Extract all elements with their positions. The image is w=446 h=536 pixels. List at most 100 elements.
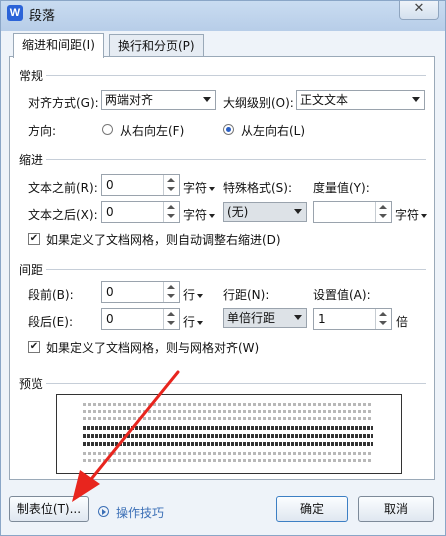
preview-line: [83, 452, 373, 455]
measure-input[interactable]: [313, 201, 392, 223]
spin-up-icon[interactable]: [167, 178, 175, 182]
spacing-before-label: 段前(B):: [28, 288, 74, 302]
indent-before-input[interactable]: 0: [101, 174, 180, 196]
special-format-value: (无): [227, 205, 249, 219]
spacing-before-input[interactable]: 0: [101, 281, 180, 303]
spin-down-icon[interactable]: [379, 321, 387, 325]
title-bar: W 段落 ✕: [1, 1, 445, 29]
measure-unit: 字符: [395, 208, 420, 222]
tab-panel: 常规 对齐方式(G): 两端对齐 大纲级别(O): 正文文本 方向: 从右向左(…: [9, 56, 435, 480]
special-format-label: 特殊格式(S):: [223, 181, 293, 195]
indent-after-input[interactable]: 0: [101, 201, 180, 223]
play-circle-icon[interactable]: [98, 506, 109, 517]
paragraph-preview: [56, 394, 402, 474]
spacing-before-unit-dropdown[interactable]: 行: [183, 286, 204, 303]
alignment-label: 对齐方式(G):: [28, 96, 99, 110]
ltr-label[interactable]: 从左向右(L): [241, 122, 305, 139]
spin-buttons[interactable]: [163, 282, 179, 302]
direction-label: 方向:: [28, 124, 57, 138]
spin-up-icon[interactable]: [167, 205, 175, 209]
spin-up-icon[interactable]: [167, 285, 175, 289]
rtl-radio[interactable]: [102, 124, 113, 135]
spin-down-icon[interactable]: [167, 321, 175, 325]
indent-before-label: 文本之前(R):: [28, 181, 98, 195]
section-general-title: 常规: [19, 69, 44, 83]
chevron-down-icon: [421, 213, 428, 218]
outline-level-value: 正文文本: [300, 93, 349, 107]
chevron-down-icon: [294, 315, 302, 320]
preview-line: [83, 434, 373, 438]
spin-buttons[interactable]: [163, 309, 179, 329]
line-spacing-select[interactable]: 单倍行距: [223, 308, 307, 328]
spin-up-icon[interactable]: [379, 205, 387, 209]
special-format-select[interactable]: (无): [223, 202, 307, 222]
spin-down-icon[interactable]: [167, 214, 175, 218]
rtl-label[interactable]: 从右向左(F): [120, 122, 184, 139]
line-spacing-label: 行距(N):: [223, 288, 270, 302]
close-button[interactable]: ✕: [399, 1, 439, 20]
outline-level-select[interactable]: 正文文本: [296, 90, 425, 110]
chevron-down-icon: [294, 209, 302, 214]
section-preview-title: 预览: [19, 377, 44, 391]
dialog-title: 段落: [29, 9, 56, 24]
chevron-down-icon: [209, 186, 216, 191]
preview-line: [83, 403, 373, 406]
spin-buttons[interactable]: [163, 202, 179, 222]
divider: [46, 269, 426, 270]
section-indent-title: 缩进: [19, 153, 44, 167]
chevron-down-icon: [209, 213, 216, 218]
spin-up-icon[interactable]: [379, 312, 387, 316]
indent-after-unit-dropdown[interactable]: 字符: [183, 206, 216, 223]
spin-down-icon[interactable]: [167, 187, 175, 191]
preview-line: [83, 442, 373, 446]
measure-unit-dropdown[interactable]: 字符: [395, 206, 428, 223]
chevron-down-icon: [203, 97, 211, 102]
spacing-after-input[interactable]: 0: [101, 308, 180, 330]
spin-buttons[interactable]: [375, 309, 391, 329]
tab-indent-spacing[interactable]: 缩进和间距(I): [13, 33, 104, 58]
setting-value: 1: [318, 312, 326, 326]
spin-buttons[interactable]: [163, 175, 179, 195]
outline-level-label: 大纲级别(O):: [223, 96, 294, 110]
indent-after-label: 文本之后(X):: [28, 208, 98, 222]
tab-line-page-breaks[interactable]: 换行和分页(P): [109, 34, 204, 57]
chevron-down-icon: [197, 293, 204, 298]
wps-writer-icon: W: [7, 5, 23, 21]
indent-before-unit: 字符: [183, 181, 208, 195]
spin-down-icon[interactable]: [167, 294, 175, 298]
preview-line: [83, 410, 373, 413]
chevron-down-icon: [197, 320, 204, 325]
spin-up-icon[interactable]: [167, 312, 175, 316]
auto-adjust-indent-checkbox[interactable]: ✔: [28, 233, 40, 245]
snap-to-grid-checkbox[interactable]: ✔: [28, 341, 40, 353]
ltr-radio[interactable]: [223, 124, 234, 135]
snap-to-grid-label[interactable]: 如果定义了文档网格，则与网格对齐(W): [46, 339, 259, 356]
preview-line: [83, 459, 373, 462]
spacing-before-value: 0: [106, 285, 114, 299]
spin-down-icon[interactable]: [379, 214, 387, 218]
indent-before-unit-dropdown[interactable]: 字符: [183, 179, 216, 196]
divider: [46, 383, 426, 384]
indent-after-unit: 字符: [183, 208, 208, 222]
alignment-select[interactable]: 两端对齐: [101, 90, 216, 110]
divider: [46, 75, 426, 76]
line-spacing-value: 单倍行距: [227, 311, 276, 325]
setting-value-input[interactable]: 1: [313, 308, 392, 330]
indent-before-value: 0: [106, 178, 114, 192]
spacing-after-label: 段后(E):: [28, 315, 73, 329]
section-spacing-title: 间距: [19, 263, 44, 277]
ok-button[interactable]: 确定: [276, 496, 348, 522]
preview-line: [83, 417, 373, 420]
tab-stops-button[interactable]: 制表位(T)...: [9, 496, 89, 522]
cancel-button[interactable]: 取消: [358, 496, 434, 522]
paragraph-dialog: W 段落 ✕ 缩进和间距(I) 换行和分页(P) 常规 对齐方式(G): 两端对…: [0, 0, 446, 536]
spacing-before-unit: 行: [183, 288, 196, 302]
setting-value-label: 设置值(A):: [313, 288, 371, 302]
spin-buttons[interactable]: [375, 202, 391, 222]
chevron-down-icon: [412, 97, 420, 102]
auto-adjust-indent-label[interactable]: 如果定义了文档网格，则自动调整右缩进(D): [46, 231, 281, 248]
spacing-after-unit-dropdown[interactable]: 行: [183, 313, 204, 330]
spacing-after-unit: 行: [183, 315, 196, 329]
tips-link[interactable]: 操作技巧: [116, 504, 164, 521]
indent-after-value: 0: [106, 205, 114, 219]
